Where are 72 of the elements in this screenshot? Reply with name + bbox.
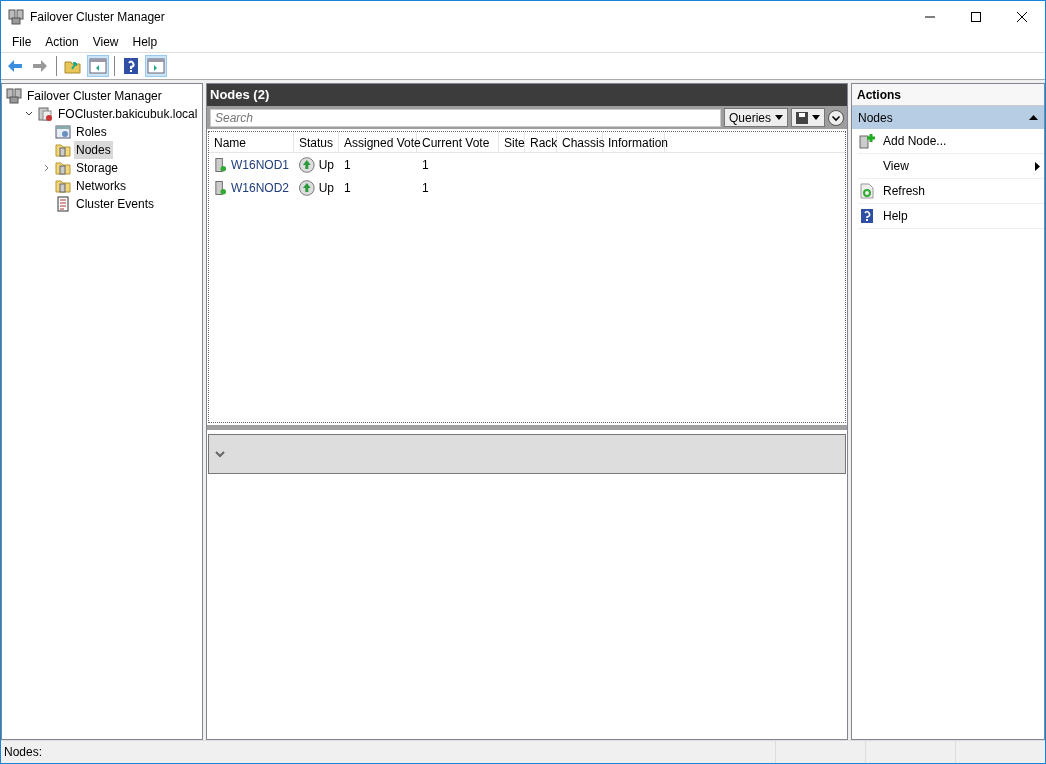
save-query-button[interactable]: [791, 108, 825, 127]
cluster-icon: [37, 106, 53, 122]
action-label[interactable]: Add Node...: [883, 132, 947, 150]
section-title: Nodes: [858, 109, 893, 127]
maximize-icon: [971, 11, 981, 22]
close-icon: [1017, 11, 1027, 22]
action-label[interactable]: Help: [883, 207, 908, 225]
expanded-chevron-icon[interactable]: [25, 110, 33, 118]
details-bar[interactable]: [208, 434, 846, 474]
server-icon: [214, 179, 227, 196]
save-icon: [796, 111, 808, 124]
tree-item[interactable]: Failover Cluster Manager: [25, 87, 164, 105]
server-icon: [214, 156, 227, 173]
panel-title: Nodes (2): [207, 84, 847, 106]
pane-icon: [147, 57, 165, 75]
refresh-icon: [859, 183, 874, 199]
help-icon: [122, 57, 140, 75]
queries-button[interactable]: Queries: [723, 108, 788, 127]
dropdown-icon: [812, 115, 820, 120]
action-item[interactable]: Help: [858, 204, 1044, 229]
menu-item[interactable]: Help: [125, 33, 165, 51]
table-cell-text: 1: [344, 179, 351, 197]
action-item[interactable]: Add Node...: [858, 129, 1044, 154]
node-name[interactable]: W16NOD1: [231, 155, 289, 174]
tree-item[interactable]: FOCluster.bakicubuk.local: [56, 105, 200, 123]
action-label[interactable]: Refresh: [883, 182, 926, 200]
node-name[interactable]: W16NOD2: [231, 178, 289, 197]
column-header[interactable]: Rack: [525, 132, 557, 152]
submenu-arrow-icon: [1035, 161, 1040, 171]
window-gear-icon: [55, 124, 71, 140]
search-field[interactable]: Search: [210, 108, 721, 127]
expand-chevron-icon: [215, 450, 225, 458]
menu-item[interactable]: File: [5, 33, 39, 51]
folder-server-icon: [55, 178, 71, 194]
column-header[interactable]: Name: [209, 132, 294, 152]
column-header[interactable]: Chassis: [557, 132, 603, 152]
table-cell-text: 1: [422, 179, 429, 197]
tree-item[interactable]: Networks: [74, 177, 128, 195]
table-cell-text: 1: [344, 156, 351, 174]
menu-item[interactable]: View: [85, 33, 126, 51]
actions-section-header[interactable]: Nodes: [852, 106, 1044, 129]
up-arrow-circle-icon: [299, 156, 315, 173]
menu-item[interactable]: Action: [38, 33, 86, 51]
tree-item[interactable]: Cluster Events: [74, 195, 157, 213]
up-arrow-circle-icon: [299, 179, 315, 196]
folder-server-icon: [55, 142, 71, 158]
status-text: Up: [318, 156, 334, 174]
actions-title: Actions: [852, 84, 1044, 106]
collapsed-chevron-icon[interactable]: [43, 164, 51, 172]
add-server-icon: [858, 133, 875, 149]
status-text: Up: [318, 179, 334, 197]
tree-item[interactable]: Nodes: [74, 141, 113, 159]
action-item[interactable]: View: [858, 154, 1044, 179]
action-label[interactable]: View: [883, 157, 909, 175]
column-header[interactable]: Site: [499, 132, 525, 152]
window-title: Failover Cluster Manager: [30, 8, 165, 26]
server-cluster-icon: [8, 8, 24, 25]
tree-item[interactable]: Storage: [74, 159, 121, 177]
table-cell-text: 1: [422, 156, 429, 174]
dropdown-icon: [775, 115, 783, 120]
forward-arrow-icon: [31, 57, 49, 75]
column-header[interactable]: Status: [294, 132, 339, 152]
status-bar-text: Nodes:: [3, 744, 44, 761]
folder-server-icon: [55, 160, 71, 176]
event-log-icon: [55, 196, 71, 212]
tree-item[interactable]: Roles: [74, 123, 109, 141]
chevron-circle-icon: [828, 109, 844, 126]
server-cluster-icon: [6, 88, 22, 104]
action-item[interactable]: Refresh: [858, 179, 1044, 204]
help-icon: [859, 208, 874, 224]
pane-icon: [89, 57, 107, 75]
expand-button[interactable]: [828, 109, 844, 126]
